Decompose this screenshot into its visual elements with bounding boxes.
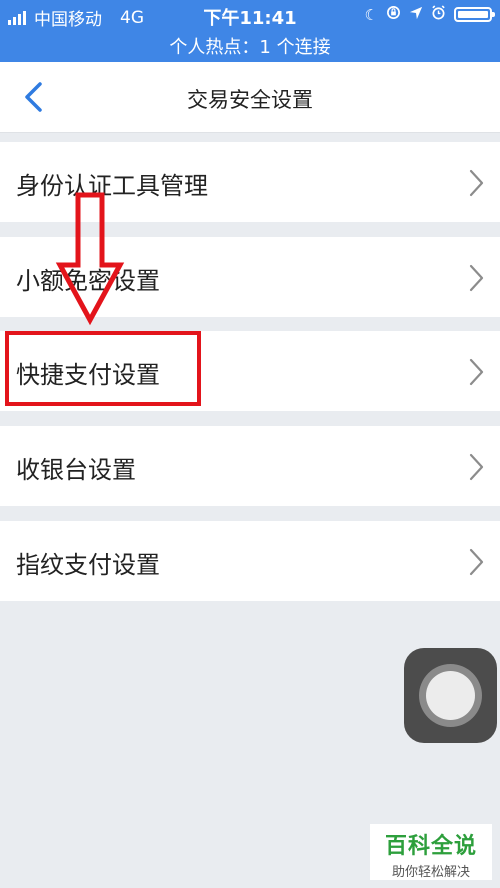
status-bar: 中国移动 4G 下午11:41 ☾ 个人热点：1 个连接: [0, 0, 500, 62]
rotation-lock-icon: [386, 5, 401, 24]
status-right: ☾: [357, 5, 495, 24]
highlight-box: [5, 331, 201, 406]
nav-bar: 交易安全设置: [0, 62, 500, 133]
assistive-touch-inner: [426, 671, 475, 720]
battery-icon: [454, 7, 495, 22]
red-down-arrow-icon: [55, 192, 125, 326]
chevron-right-icon: [469, 358, 484, 386]
menu-item-fingerprint-pay[interactable]: 指纹支付设置: [0, 521, 500, 601]
hotspot-status[interactable]: 个人热点：1 个连接: [0, 33, 500, 59]
menu-item-label: 收银台设置: [16, 456, 136, 484]
watermark-title: 百科全说: [384, 834, 477, 859]
menu-item-label: 指纹支付设置: [16, 551, 160, 579]
watermark: 百科全说 助你轻松解决: [370, 824, 492, 880]
chevron-right-icon: [469, 548, 484, 576]
chevron-right-icon: [469, 453, 484, 481]
assistive-touch-ring: [419, 664, 482, 727]
watermark-subtitle: 助你轻松解决: [391, 865, 470, 880]
chevron-right-icon: [469, 169, 484, 197]
chevron-right-icon: [469, 264, 484, 292]
menu-item-cashier[interactable]: 收银台设置: [0, 426, 500, 506]
moon-icon: ☾: [364, 5, 378, 24]
location-icon: [409, 6, 423, 24]
assistive-touch-button[interactable]: [404, 648, 497, 743]
page-title: 交易安全设置: [187, 88, 313, 112]
alarm-icon: [431, 5, 446, 24]
